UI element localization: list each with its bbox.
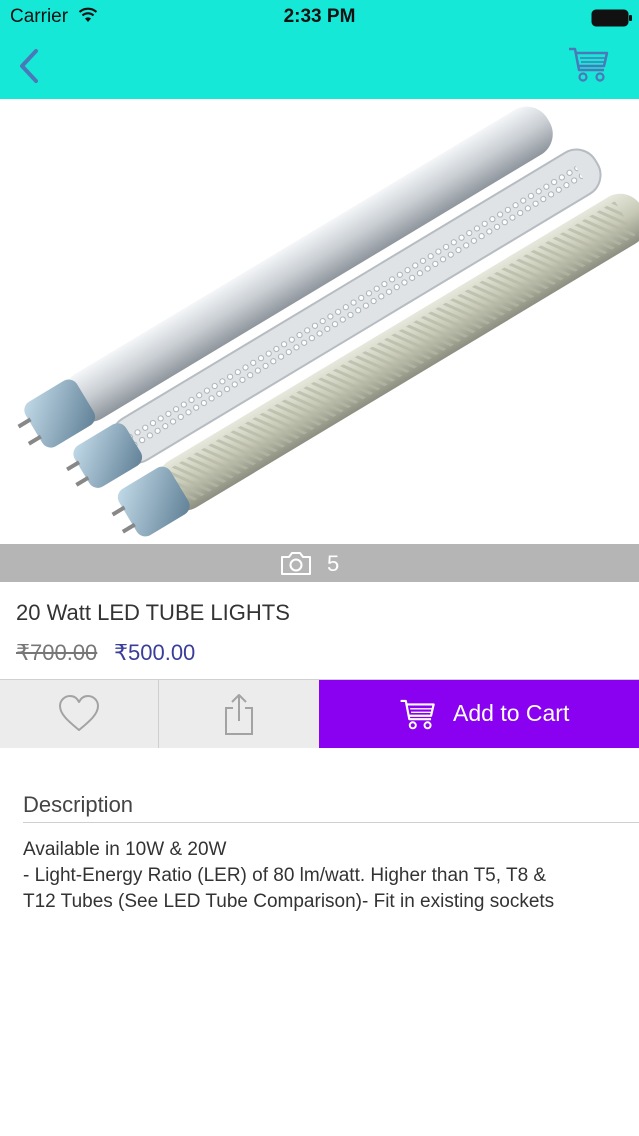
original-price: ₹700.00	[16, 640, 98, 665]
photo-count: 5	[327, 551, 340, 576]
share-button[interactable]	[159, 680, 319, 748]
description-line: Available in 10W & 20W	[23, 839, 227, 860]
header-cart-button[interactable]	[566, 44, 612, 84]
product-action-bar: Add to Cart	[0, 679, 639, 748]
shopping-cart-icon	[569, 47, 609, 82]
heart-icon	[59, 695, 99, 731]
battery-icon	[591, 9, 632, 27]
add-to-cart-button[interactable]: Add to Cart	[319, 680, 639, 748]
description-line: T12 Tubes (See LED Tube Comparison)- Fit…	[23, 891, 555, 912]
description-heading: Description	[23, 792, 134, 817]
wishlist-button[interactable]	[0, 680, 159, 748]
share-icon	[225, 694, 253, 735]
led-tube-lights-image	[17, 106, 639, 537]
sale-price: ₹500.00	[114, 640, 196, 665]
description-line: - Light-Energy Ratio (LER) of 80 lm/watt…	[23, 865, 547, 886]
photo-count-bar[interactable]: 5	[0, 544, 639, 582]
camera-icon	[281, 552, 311, 575]
description-divider	[23, 822, 639, 823]
add-to-cart-label: Add to Cart	[453, 700, 570, 726]
status-time: 2:33 PM	[283, 6, 356, 27]
product-image[interactable]	[0, 99, 639, 544]
product-title: 20 Watt LED TUBE LIGHTS	[16, 600, 290, 625]
chevron-left-icon	[20, 49, 38, 83]
shopping-cart-icon	[400, 699, 435, 730]
status-bar: Carrier 2:33 PM	[0, 0, 639, 34]
app-header: Carrier 2:33 PM	[0, 0, 639, 99]
back-button[interactable]	[14, 46, 48, 86]
description-body: Available in 10W & 20W - Light-Energy Ra…	[23, 837, 613, 915]
